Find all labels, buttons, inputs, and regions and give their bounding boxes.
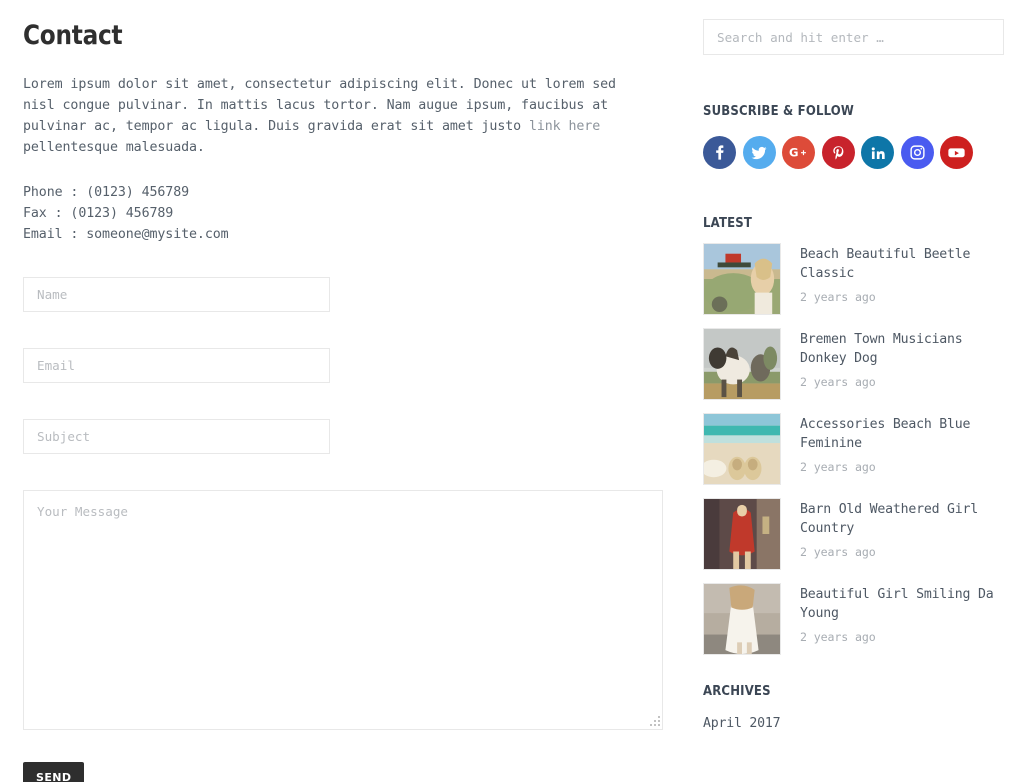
post-date: 2 years ago <box>800 290 876 304</box>
contact-email: Email : someone@mysite.com <box>23 227 229 243</box>
subscribe-widget-title: SUBSCRIBE & FOLLOW <box>703 104 855 119</box>
archives-list: April 2017 <box>703 713 1004 734</box>
archive-item[interactable]: April 2017 <box>703 713 1004 734</box>
linkedin-icon[interactable] <box>861 136 894 169</box>
contact-fax: Fax : (0123) 456789 <box>23 206 174 222</box>
latest-post-item[interactable]: Barn Old Weathered Girl Country 2 years a… <box>703 498 1004 570</box>
post-text: Beach Beautiful Beetle Classic 2 years ag… <box>800 243 1000 315</box>
main-content: Contact Lorem ipsum dolor sit amet, cons… <box>23 0 668 782</box>
post-date: 2 years ago <box>800 375 876 389</box>
message-wrapper <box>23 490 663 731</box>
instagram-icon[interactable] <box>900 136 934 169</box>
latest-posts-list: Beach Beautiful Beetle Classic 2 years ag… <box>703 243 1004 655</box>
contact-phone: Phone : (0123) 456789 <box>23 185 190 201</box>
post-thumbnail[interactable] <box>703 243 781 315</box>
contact-form: SEND <box>23 277 668 782</box>
youtube-icon[interactable] <box>940 136 973 169</box>
intro-paragraph: Lorem ipsum dolor sit amet, consectetur … <box>23 74 648 158</box>
post-text: Barn Old Weathered Girl Country 2 years a… <box>800 498 1000 570</box>
subject-input[interactable] <box>23 419 330 455</box>
post-thumbnail[interactable] <box>703 413 781 485</box>
contact-details: Phone : (0123) 456789 Fax : (0123) 45678… <box>23 182 668 245</box>
post-title[interactable]: Barn Old Weathered Girl Country <box>800 500 1000 538</box>
post-text: Bremen Town Musicians Donkey Dog 2 years … <box>800 328 1000 400</box>
post-title[interactable]: Beautiful Girl Smiling Da Young <box>800 585 1000 623</box>
post-date: 2 years ago <box>800 630 876 644</box>
message-textarea[interactable] <box>23 490 663 731</box>
social-links: G <box>703 136 1004 169</box>
sidebar: SUBSCRIBE & FOLLOW G LATEST Beach Beauti… <box>703 0 1004 734</box>
post-title[interactable]: Accessories Beach Blue Feminine <box>800 415 1000 453</box>
pinterest-icon[interactable] <box>821 136 855 169</box>
post-date: 2 years ago <box>800 545 876 559</box>
post-thumbnail[interactable] <box>703 583 781 655</box>
send-button[interactable]: SEND <box>23 762 85 782</box>
archives-widget-title: ARCHIVES <box>703 684 771 699</box>
latest-widget-title: LATEST <box>703 216 753 231</box>
intro-text-before: Lorem ipsum dolor sit amet, consectetur … <box>23 77 616 135</box>
latest-post-item[interactable]: Accessories Beach Blue Feminine 2 years a… <box>703 413 1004 485</box>
contact-page: Contact Lorem ipsum dolor sit amet, cons… <box>0 0 1020 782</box>
intro-inline-link[interactable]: link here <box>529 119 600 134</box>
svg-text:G: G <box>789 146 798 160</box>
post-date: 2 years ago <box>800 460 876 474</box>
twitter-icon[interactable] <box>742 136 776 169</box>
latest-post-item[interactable]: Bremen Town Musicians Donkey Dog 2 years … <box>703 328 1004 400</box>
latest-post-item[interactable]: Beach Beautiful Beetle Classic 2 years ag… <box>703 243 1004 315</box>
post-thumbnail[interactable] <box>703 328 781 400</box>
post-text: Beautiful Girl Smiling Da Young 2 years a… <box>800 583 1000 655</box>
intro-text-after: pellentesque malesuada. <box>23 140 205 156</box>
page-title: Contact <box>23 20 123 51</box>
google-plus-icon[interactable]: G <box>782 136 815 169</box>
search-input[interactable] <box>703 19 1004 55</box>
facebook-icon[interactable] <box>703 136 736 169</box>
post-title[interactable]: Bremen Town Musicians Donkey Dog <box>800 330 1000 368</box>
email-input[interactable] <box>23 348 330 384</box>
name-input[interactable] <box>23 277 330 313</box>
post-title[interactable]: Beach Beautiful Beetle Classic <box>800 245 1000 283</box>
post-text: Accessories Beach Blue Feminine 2 years a… <box>800 413 1000 485</box>
post-thumbnail[interactable] <box>703 498 781 570</box>
latest-post-item[interactable]: Beautiful Girl Smiling Da Young 2 years a… <box>703 583 1004 655</box>
